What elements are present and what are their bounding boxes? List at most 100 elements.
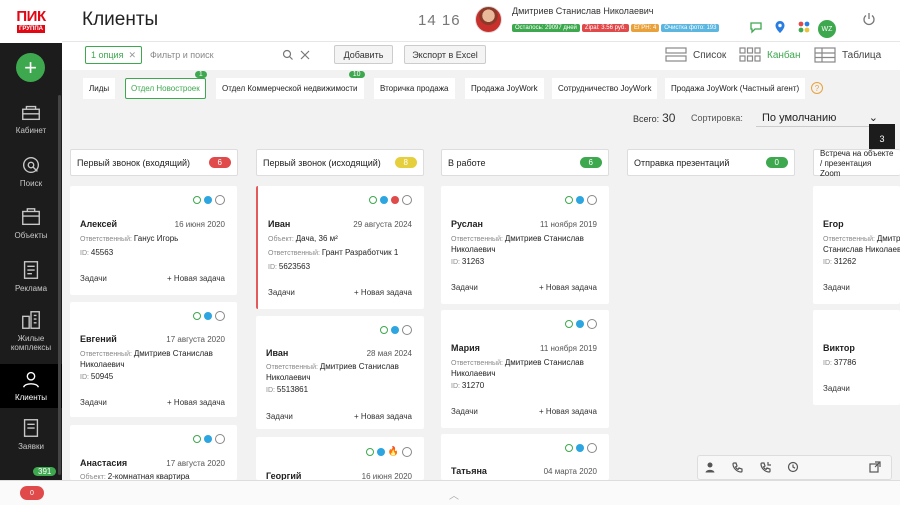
column-header-in-work[interactable]: В работе 6: [441, 149, 609, 176]
magnifier-icon[interactable]: [282, 49, 294, 61]
sidebar-scrollbar[interactable]: [58, 95, 61, 475]
power-icon[interactable]: [862, 12, 876, 26]
tasks-link[interactable]: Задачи: [80, 398, 107, 407]
sidebar-item-requests[interactable]: Заявки: [0, 413, 62, 465]
tasks-link[interactable]: Задачи: [823, 384, 850, 393]
tab-joywork-sale[interactable]: Продажа JoyWork: [465, 78, 544, 99]
settings-icon[interactable]: [587, 319, 597, 329]
tasks-link[interactable]: Задачи: [266, 412, 293, 421]
settings-icon[interactable]: [215, 195, 225, 205]
phone-icon[interactable]: [732, 461, 744, 473]
option-chip[interactable]: 1 опция ✕: [85, 46, 142, 64]
column-header-incoming[interactable]: Первый звонок (входящий) 6: [70, 149, 238, 176]
add-client-button[interactable]: Добавить: [334, 45, 393, 64]
notifications-pill[interactable]: 0: [20, 486, 44, 500]
record-icon[interactable]: [391, 196, 399, 204]
new-task-button[interactable]: + Новая задача: [539, 407, 597, 416]
tasks-link[interactable]: Задачи: [268, 288, 295, 297]
sidebar-item-search[interactable]: Поиск: [0, 150, 62, 202]
whatsapp-icon[interactable]: [565, 444, 573, 452]
telegram-icon[interactable]: [204, 312, 212, 320]
column-header-presentation[interactable]: Отправка презентаций 0: [627, 149, 795, 176]
telegram-icon[interactable]: [576, 444, 584, 452]
whatsapp-icon[interactable]: [369, 196, 377, 204]
view-list[interactable]: Список: [665, 47, 726, 63]
client-card[interactable]: Руслан 11 ноября 2019 Ответственный: Дми…: [441, 186, 609, 304]
view-table[interactable]: Таблица: [814, 47, 881, 63]
settings-icon[interactable]: [402, 446, 412, 457]
view-kanban[interactable]: Канбан: [739, 47, 801, 63]
chevron-up-icon[interactable]: ︿: [449, 487, 459, 502]
whatsapp-icon[interactable]: [193, 435, 201, 443]
whatsapp-icon[interactable]: [565, 320, 573, 328]
new-task-button[interactable]: + Новая задача: [539, 283, 597, 292]
chip-close-icon[interactable]: ✕: [128, 50, 136, 61]
export-excel-button[interactable]: Экспорт в Excel: [404, 45, 486, 64]
telegram-icon[interactable]: [576, 196, 584, 204]
column-header-meeting[interactable]: Встреча на объекте / презентация Zoom: [813, 149, 900, 178]
search-input[interactable]: [150, 44, 320, 66]
settings-icon[interactable]: [587, 443, 597, 453]
avatar[interactable]: [475, 6, 502, 33]
new-task-button[interactable]: + Новая задача: [167, 274, 225, 283]
sidebar-item-complexes[interactable]: Жилые комплексы: [0, 305, 62, 357]
user-name[interactable]: Дмитриев Станислав Николаевич: [512, 6, 653, 16]
tab-joywork-agent[interactable]: Продажа JoyWork (Частный агент): [665, 78, 806, 99]
sidebar-item-cabinet[interactable]: Кабинет: [0, 97, 62, 149]
settings-icon[interactable]: [402, 325, 412, 335]
client-card[interactable]: Алексей 16 июня 2020 Ответственный: Гану…: [70, 186, 237, 295]
new-task-button[interactable]: + Новая задача: [167, 398, 225, 407]
map-pin-icon[interactable]: [773, 20, 787, 34]
settings-icon[interactable]: [215, 311, 225, 321]
telegram-icon[interactable]: [576, 320, 584, 328]
telegram-icon[interactable]: [380, 196, 388, 204]
tasks-link[interactable]: Задачи: [451, 283, 478, 292]
history-icon[interactable]: [787, 461, 799, 473]
column-header-outgoing[interactable]: Первый звонок (исходящий) 8: [256, 149, 424, 176]
whatsapp-icon[interactable]: [193, 196, 201, 204]
client-card[interactable]: 🔥 Георгий 16 июня 2020: [256, 437, 424, 480]
settings-icon[interactable]: [215, 434, 225, 444]
sidebar-item-ads[interactable]: Реклама: [0, 255, 62, 307]
chat-icon[interactable]: [749, 20, 763, 34]
telegram-icon[interactable]: [204, 435, 212, 443]
tasks-link[interactable]: Задачи: [451, 407, 478, 416]
whatsapp-icon[interactable]: [565, 196, 573, 204]
client-card[interactable]: Иван 28 мая 2024 Ответственный: Дмитриев…: [256, 316, 424, 429]
whatsapp-icon[interactable]: [365, 447, 374, 456]
whatsapp-icon[interactable]: [193, 312, 201, 320]
client-card[interactable]: Анастасия 17 августа 2020 Объект: 2-комн…: [70, 425, 237, 480]
tab-new-buildings[interactable]: Отдел Новостроек 1: [125, 71, 207, 99]
client-card[interactable]: Татьяна 04 марта 2020: [441, 434, 609, 480]
add-button[interactable]: +: [16, 53, 45, 82]
tab-resale[interactable]: Вторичка продажа: [374, 78, 455, 99]
tab-commercial[interactable]: Отдел Коммерческой недвижимости 10: [216, 71, 365, 99]
telegram-icon[interactable]: [391, 326, 399, 334]
telegram-icon[interactable]: [204, 196, 212, 204]
whatsapp-icon[interactable]: [380, 326, 388, 334]
logo[interactable]: ПИК ГРУППА: [0, 0, 62, 43]
client-card[interactable]: Евгений 17 августа 2020 Ответственный: Д…: [70, 302, 237, 417]
settings-icon[interactable]: [402, 195, 412, 205]
tab-joywork-coop[interactable]: Сотрудничество JoyWork: [552, 78, 658, 99]
new-task-button[interactable]: + Новая задача: [354, 288, 412, 297]
new-task-button[interactable]: + Новая задача: [354, 412, 412, 421]
clear-icon[interactable]: [299, 49, 311, 61]
expand-icon[interactable]: [869, 461, 881, 473]
tasks-link[interactable]: Задачи: [823, 283, 850, 292]
settings-icon[interactable]: [587, 195, 597, 205]
sidebar-item-objects[interactable]: Объекты: [0, 202, 62, 254]
apps-icon[interactable]: [797, 20, 811, 34]
incoming-call-icon[interactable]: [760, 461, 772, 473]
client-card[interactable]: Виктор ID: 37786 Задачи: [813, 310, 900, 405]
client-card[interactable]: Иван 29 августа 2024 Объект: Дача, 36 м²…: [256, 186, 424, 309]
operator-icon[interactable]: [704, 461, 716, 473]
tab-leads[interactable]: Лиды: [83, 78, 116, 99]
client-card[interactable]: Егор Ответственный: Дмитриев Станислав Н…: [813, 186, 900, 304]
client-card[interactable]: Мария 11 ноября 2019 Ответственный: Дмит…: [441, 310, 609, 428]
tasks-link[interactable]: Задачи: [80, 274, 107, 283]
telegram-icon[interactable]: [376, 447, 385, 456]
help-icon[interactable]: ?: [811, 82, 823, 94]
sidebar-item-clients[interactable]: Клиенты: [0, 364, 62, 408]
wz-badge[interactable]: WZ: [818, 20, 836, 38]
